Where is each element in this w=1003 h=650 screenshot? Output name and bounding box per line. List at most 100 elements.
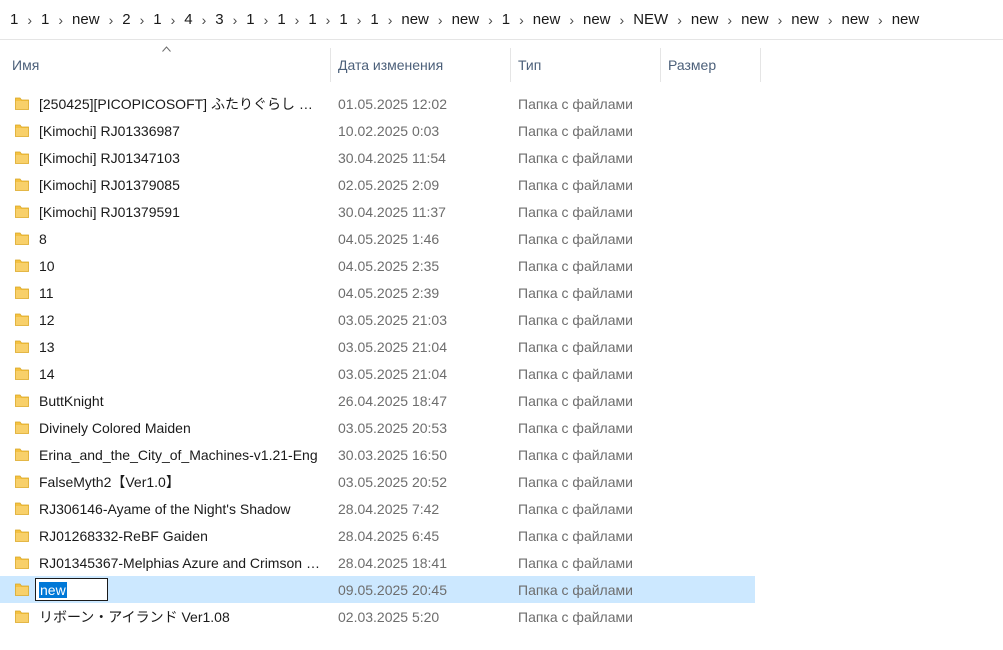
chevron-right-icon[interactable]: › — [383, 12, 398, 28]
breadcrumb-item[interactable]: 1 — [335, 11, 351, 28]
file-row[interactable]: 12 03.05.2025 21:03 Папка с файлами — [0, 306, 755, 333]
file-date: 04.05.2025 2:35 — [338, 257, 440, 274]
chevron-right-icon[interactable]: › — [433, 12, 448, 28]
file-row[interactable]: 13 03.05.2025 21:04 Папка с файлами — [0, 333, 755, 360]
chevron-right-icon[interactable]: › — [514, 12, 529, 28]
file-row[interactable]: Erina_and_the_City_of_Machines-v1.21-Eng… — [0, 441, 755, 468]
breadcrumb-item[interactable]: new — [837, 11, 873, 28]
file-date: 10.02.2025 0:03 — [338, 122, 440, 139]
file-name: 12 — [39, 311, 55, 328]
folder-icon — [15, 259, 29, 272]
chevron-right-icon[interactable]: › — [483, 12, 498, 28]
file-row[interactable]: 14 03.05.2025 21:04 Папка с файлами — [0, 360, 755, 387]
breadcrumb-item[interactable]: 1 — [304, 11, 320, 28]
chevron-right-icon[interactable]: › — [564, 12, 579, 28]
file-row[interactable]: [Kimochi] RJ01347103 30.04.2025 11:54 Папк… — [0, 144, 755, 171]
breadcrumb-item[interactable]: 1 — [242, 11, 258, 28]
file-row[interactable]: [Kimochi] RJ01336987 10.02.2025 0:03 Папка… — [0, 117, 755, 144]
column-name[interactable]: Имя — [4, 48, 330, 82]
file-row[interactable]: FalseMyth2【Ver1.0】 03.05.2025 20:52 Папка … — [0, 468, 755, 495]
file-type: Папка с файлами — [518, 176, 633, 193]
file-row[interactable]: 10 04.05.2025 2:35 Папка с файлами — [0, 252, 755, 279]
breadcrumb-item[interactable]: new — [579, 11, 615, 28]
breadcrumb-item[interactable]: new — [68, 11, 104, 28]
chevron-right-icon[interactable]: › — [197, 12, 212, 28]
breadcrumb-item[interactable]: 1 — [6, 11, 22, 28]
chevron-right-icon[interactable]: › — [823, 12, 838, 28]
folder-icon — [15, 475, 29, 488]
file-row[interactable]: Divinely Colored Maiden 03.05.2025 20:53 П… — [0, 414, 755, 441]
file-row[interactable]: RJ306146-Ayame of the Night's Shadow 28.0… — [0, 495, 755, 522]
breadcrumb-item-label: 4 — [184, 11, 193, 28]
chevron-right-icon[interactable]: › — [722, 12, 737, 28]
file-date: 02.05.2025 2:09 — [338, 176, 440, 193]
column-size[interactable]: Размер — [660, 48, 760, 82]
column-type[interactable]: Тип — [510, 48, 660, 82]
file-row[interactable]: [Kimochi] RJ01379085 02.05.2025 2:09 Папка… — [0, 171, 755, 198]
folder-icon — [15, 97, 29, 110]
file-name: RJ306146-Ayame of the Night's Shadow — [39, 500, 291, 517]
file-row[interactable]: ButtKnight 26.04.2025 18:47 Папка с файлам… — [0, 387, 755, 414]
breadcrumb-item[interactable]: 3 — [211, 11, 227, 28]
file-name: Erina_and_the_City_of_Machines-v1.21-Eng — [39, 446, 318, 463]
breadcrumb-item-label: NEW — [633, 11, 669, 28]
breadcrumb-item[interactable]: 1 — [37, 11, 53, 28]
breadcrumb-item[interactable]: new — [397, 11, 433, 28]
breadcrumb-item[interactable]: 2 — [118, 11, 134, 28]
file-name: リボーン・アイランド Ver1.08 — [39, 608, 230, 625]
file-name: FalseMyth2【Ver1.0】 — [39, 473, 180, 490]
file-type: Папка с файлами — [518, 392, 633, 409]
file-row[interactable]: 11 04.05.2025 2:39 Папка с файлами — [0, 279, 755, 306]
breadcrumb-item-label: 2 — [122, 11, 131, 28]
breadcrumb-item[interactable]: 1 — [498, 11, 514, 28]
breadcrumb-item[interactable]: 1 — [149, 11, 165, 28]
breadcrumb-item-label: 1 — [370, 11, 379, 28]
file-row[interactable]: new 09.05.2025 20:45 Папка с файлами — [0, 576, 755, 603]
chevron-right-icon[interactable]: › — [321, 12, 336, 28]
file-date: 30.03.2025 16:50 — [338, 446, 447, 463]
chevron-right-icon[interactable]: › — [104, 12, 119, 28]
file-name: 8 — [39, 230, 47, 247]
file-type: Папка с файлами — [518, 581, 633, 598]
file-date: 03.05.2025 20:52 — [338, 473, 447, 490]
column-date[interactable]: Дата изменения — [330, 48, 510, 82]
chevron-right-icon[interactable]: › — [352, 12, 367, 28]
chevron-right-icon[interactable]: › — [259, 12, 274, 28]
file-type: Папка с файлами — [518, 338, 633, 355]
breadcrumb-item[interactable]: 1 — [273, 11, 289, 28]
breadcrumb-item[interactable]: new — [737, 11, 773, 28]
file-row[interactable]: RJ01345367-Melphias Azure and Crimson Ec… — [0, 549, 755, 576]
breadcrumb-item[interactable]: new — [888, 11, 924, 28]
column-header: Имя Дата изменения Тип Размер — [0, 48, 1003, 82]
file-date: 01.05.2025 12:02 — [338, 95, 447, 112]
breadcrumb-item[interactable]: new — [529, 11, 565, 28]
chevron-right-icon[interactable]: › — [135, 12, 150, 28]
breadcrumb-item[interactable]: 4 — [180, 11, 196, 28]
breadcrumb-item[interactable]: new — [448, 11, 484, 28]
rename-input[interactable]: new — [35, 578, 108, 601]
file-row[interactable]: リボーン・アイランド Ver1.08 02.03.2025 5:20 Папка с… — [0, 603, 755, 630]
breadcrumb-item[interactable]: new — [787, 11, 823, 28]
file-type: Папка с файлами — [518, 500, 633, 517]
breadcrumb-item-label: new — [841, 11, 870, 28]
folder-icon — [15, 502, 29, 515]
chevron-right-icon[interactable]: › — [228, 12, 243, 28]
folder-icon — [15, 124, 29, 137]
file-row[interactable]: [Kimochi] RJ01379591 30.04.2025 11:37 Папк… — [0, 198, 755, 225]
chevron-right-icon[interactable]: › — [166, 12, 181, 28]
breadcrumb-item[interactable]: 1 — [366, 11, 382, 28]
chevron-right-icon[interactable]: › — [53, 12, 68, 28]
chevron-right-icon[interactable]: › — [22, 12, 37, 28]
file-row[interactable]: [250425][PICOPICOSOFT] ふたりぐらし Ver1.06 01.… — [0, 90, 755, 117]
file-type: Папка с файлами — [518, 95, 633, 112]
chevron-right-icon[interactable]: › — [672, 12, 687, 28]
chevron-right-icon[interactable]: › — [290, 12, 305, 28]
breadcrumb-item[interactable]: new — [687, 11, 723, 28]
breadcrumb-item[interactable]: NEW — [629, 11, 672, 28]
chevron-right-icon[interactable]: › — [615, 12, 630, 28]
column-divider[interactable] — [760, 48, 761, 82]
chevron-right-icon[interactable]: › — [873, 12, 888, 28]
chevron-right-icon[interactable]: › — [773, 12, 788, 28]
file-row[interactable]: 8 04.05.2025 1:46 Папка с файлами — [0, 225, 755, 252]
file-row[interactable]: RJ01268332-ReBF Gaiden 28.04.2025 6:45 Пап… — [0, 522, 755, 549]
